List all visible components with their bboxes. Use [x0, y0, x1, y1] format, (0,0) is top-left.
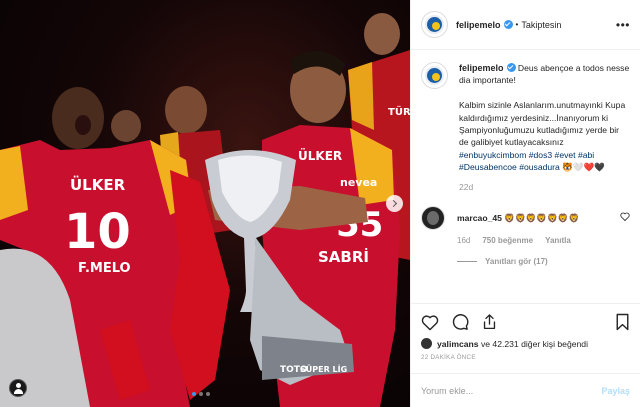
post-side-panel: felipemelo • Takiptesin ••• felipemelo D… [410, 0, 640, 407]
follow-status-button[interactable]: Takiptesin [521, 20, 561, 30]
carousel-dot-active [192, 392, 196, 396]
bookmark-icon[interactable] [615, 313, 630, 331]
comment-row: marcao_45 🦁🦁🦁🦁🦁🦁🦁 [421, 205, 630, 230]
add-comment-bar: Paylaş [411, 373, 640, 407]
comment-likes[interactable]: 750 beğenme [482, 236, 533, 245]
carousel-dot [199, 392, 203, 396]
caption-body: Kalbim sizinle Aslanlarım.unutmayınki Ku… [459, 100, 626, 148]
view-replies-button[interactable]: Yanıtları gör (17) [457, 257, 630, 266]
profile-avatar[interactable] [421, 11, 448, 38]
liker-avatar[interactable] [421, 338, 432, 349]
caption-age[interactable]: 22d [459, 182, 630, 192]
left-sponsor-text: ÜLKER [70, 175, 126, 194]
post-header: felipemelo • Takiptesin ••• [411, 0, 640, 50]
trophy-label-text: SÜPER LİG [300, 364, 347, 374]
caption-row: felipemelo Deus abençoe a todos nesse di… [421, 62, 630, 174]
chevron-right-icon [389, 199, 398, 208]
likes-summary: yalimcans ve 42.231 diğer kişi beğendi [421, 338, 630, 349]
header-username[interactable]: felipemelo [456, 20, 501, 30]
next-photo-button[interactable] [386, 195, 403, 212]
comments-section[interactable]: felipemelo Deus abençoe a todos nesse di… [411, 50, 640, 303]
view-replies-label: Yanıtları gör (17) [485, 256, 548, 266]
left-number-text: 10 [64, 204, 131, 260]
replies-line [457, 260, 477, 262]
ellipsis-icon[interactable]: ••• [616, 18, 630, 32]
right-brand-text: nevea [340, 176, 377, 189]
liker-username[interactable]: yalimcans [437, 339, 479, 349]
verified-badge-icon [503, 20, 513, 29]
carousel-dot [206, 392, 210, 396]
post-photo[interactable]: TÜRK TELEKOM ÜLKER 10 F.MELO ÜLKER nevea… [0, 0, 410, 407]
action-icons [421, 311, 630, 333]
carousel-dots [192, 392, 210, 396]
tagged-users-icon[interactable] [9, 379, 27, 397]
like-heart-icon[interactable] [421, 314, 439, 331]
verified-badge-icon [506, 63, 516, 72]
comment-body: marcao_45 🦁🦁🦁🦁🦁🦁🦁 [457, 206, 579, 230]
comment-age[interactable]: 16d [457, 236, 470, 245]
comment-meta: 16d 750 beğenme Yanıtla [457, 236, 630, 245]
comment-icon[interactable] [451, 313, 469, 331]
right-sponsor-text: ÜLKER [298, 148, 342, 163]
share-icon[interactable] [481, 313, 498, 331]
post-comment-button[interactable]: Paylaş [601, 386, 630, 396]
team-celebration-image: TÜRK TELEKOM ÜLKER 10 F.MELO ÜLKER nevea… [0, 13, 410, 407]
comment-heart-icon[interactable] [620, 212, 630, 221]
left-name-text: F.MELO [78, 261, 131, 276]
commenter-avatar[interactable] [421, 205, 445, 230]
right-name-text: SABRİ [318, 247, 369, 266]
comment-text: 🦁🦁🦁🦁🦁🦁🦁 [504, 212, 580, 223]
separator-dot: • [515, 20, 519, 29]
comment-input[interactable] [421, 385, 602, 396]
bg-sponsor-text: TÜRK TELEKOM [388, 104, 410, 118]
likes-count-text[interactable]: ve 42.231 diğer kişi beğendi [479, 339, 588, 349]
caption-username[interactable]: felipemelo [459, 63, 504, 73]
post-time[interactable]: 22 DAKİKA ÖNCE [421, 354, 630, 361]
caption-avatar[interactable] [421, 62, 448, 89]
post-actions: yalimcans ve 42.231 diğer kişi beğendi 2… [411, 303, 640, 373]
post-caption: felipemelo Deus abençoe a todos nesse di… [459, 62, 630, 174]
caption-emojis: 🐯🤍❤️🖤 [562, 162, 606, 173]
comment-username[interactable]: marcao_45 [457, 213, 502, 223]
reply-button[interactable]: Yanıtla [545, 236, 571, 245]
